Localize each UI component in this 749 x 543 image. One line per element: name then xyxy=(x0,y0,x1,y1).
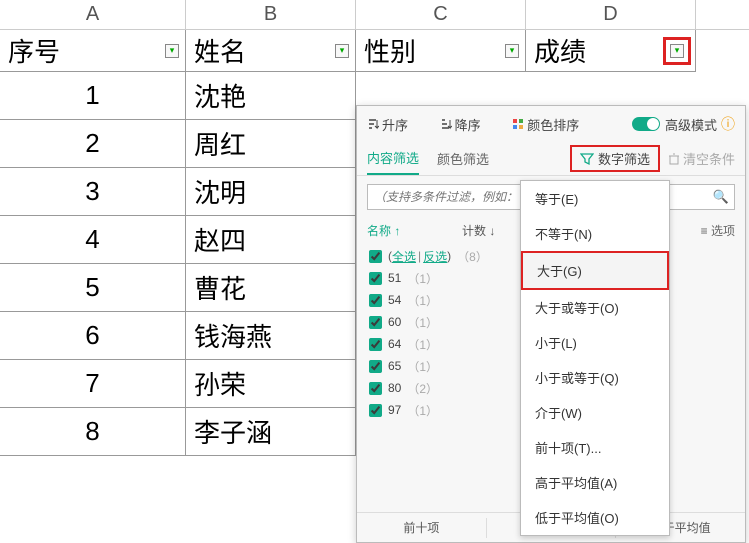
help-icon[interactable]: ⓘ xyxy=(721,114,735,134)
cell-seq[interactable]: 7 xyxy=(0,360,186,408)
item-value: 64 xyxy=(388,337,401,351)
item-count: （1） xyxy=(407,336,438,353)
select-all-checkbox[interactable] xyxy=(369,250,382,263)
cell-seq[interactable]: 8 xyxy=(0,408,186,456)
item-checkbox[interactable] xyxy=(369,382,382,395)
menu-item[interactable]: 前十项(T)... xyxy=(521,430,669,465)
item-count: （1） xyxy=(407,314,438,331)
item-value: 65 xyxy=(388,359,401,373)
item-value: 80 xyxy=(388,381,401,395)
item-value: 51 xyxy=(388,271,401,285)
cell-seq[interactable]: 5 xyxy=(0,264,186,312)
number-filter-label: 数字筛选 xyxy=(598,149,650,168)
header-seq: 序号 ▾ xyxy=(0,30,186,72)
toggle-icon xyxy=(632,117,660,131)
header-seq-label: 序号 xyxy=(8,32,60,69)
filter-button-d-highlight: ▾ xyxy=(663,37,691,65)
select-inverse-link[interactable]: 反选 xyxy=(423,248,447,265)
header-row: 序号 ▾ 姓名 ▾ 性别 ▾ 成绩 ▾ xyxy=(0,30,749,72)
sort-down-icon: ↓ xyxy=(489,224,495,238)
header-score-label: 成绩 xyxy=(534,32,586,69)
tab-color-filter[interactable]: 颜色筛选 xyxy=(437,143,489,174)
item-checkbox[interactable] xyxy=(369,360,382,373)
quick-top10[interactable]: 前十项 xyxy=(357,518,487,538)
item-value: 60 xyxy=(388,315,401,329)
sort-up-icon: ↑ xyxy=(394,224,400,238)
sort-asc-label: 升序 xyxy=(382,115,408,134)
item-value: 97 xyxy=(388,403,401,417)
options-button[interactable]: ≡ 选项 xyxy=(701,222,735,239)
filter-button-d[interactable]: ▾ xyxy=(670,44,684,58)
select-all-link[interactable]: 全选 xyxy=(392,248,416,265)
search-icon[interactable]: 🔍 xyxy=(713,189,729,205)
advanced-mode-toggle[interactable]: 高级模式 ⓘ xyxy=(632,114,735,134)
header-score: 成绩 ▾ xyxy=(526,30,696,72)
col-letter-a[interactable]: A xyxy=(0,0,186,29)
item-count: （1） xyxy=(407,292,438,309)
menu-item[interactable]: 大于(G) xyxy=(521,251,669,290)
clear-conditions-label: 清空条件 xyxy=(683,149,735,168)
cell-seq[interactable]: 4 xyxy=(0,216,186,264)
number-filter-menu: 等于(E)不等于(N)大于(G)大于或等于(O)小于(L)小于或等于(Q)介于(… xyxy=(520,180,670,536)
cell-seq[interactable]: 1 xyxy=(0,72,186,120)
cell-name[interactable]: 沈艳 xyxy=(186,72,356,120)
cell-seq[interactable]: 3 xyxy=(0,168,186,216)
cell-name[interactable]: 沈明 xyxy=(186,168,356,216)
panel-tabs: 内容筛选 颜色筛选 数字筛选 清空条件 xyxy=(357,142,745,176)
menu-item[interactable]: 小于或等于(Q) xyxy=(521,360,669,395)
cell-name[interactable]: 周红 xyxy=(186,120,356,168)
col-letter-d[interactable]: D xyxy=(526,0,696,29)
sort-asc-button[interactable]: 升序 xyxy=(367,115,422,134)
funnel-icon xyxy=(580,152,594,166)
name-column-header[interactable]: 名称 ↑ xyxy=(367,222,462,239)
sort-desc-label: 降序 xyxy=(455,115,481,134)
menu-item[interactable]: 小于(L) xyxy=(521,325,669,360)
menu-item[interactable]: 大于或等于(O) xyxy=(521,290,669,325)
header-gender-label: 性别 xyxy=(364,32,416,69)
number-filter-button[interactable]: 数字筛选 xyxy=(570,145,660,172)
item-checkbox[interactable] xyxy=(369,316,382,329)
cell-name[interactable]: 赵四 xyxy=(186,216,356,264)
col-letter-b[interactable]: B xyxy=(186,0,356,29)
cell-name[interactable]: 钱海燕 xyxy=(186,312,356,360)
col-letter-c[interactable]: C xyxy=(356,0,526,29)
advanced-mode-label: 高级模式 xyxy=(665,115,717,134)
panel-toolbar: 升序 降序 颜色排序 高级模式 ⓘ xyxy=(357,106,745,142)
cell-name[interactable]: 曹花 xyxy=(186,264,356,312)
header-gender: 性别 ▾ xyxy=(356,30,526,72)
cell-seq[interactable]: 6 xyxy=(0,312,186,360)
tab-content-filter[interactable]: 内容筛选 xyxy=(367,142,419,175)
item-count: （1） xyxy=(407,270,438,287)
menu-item[interactable]: 等于(E) xyxy=(521,181,669,216)
clear-conditions-button[interactable]: 清空条件 xyxy=(668,149,735,168)
menu-item[interactable]: 低于平均值(O) xyxy=(521,500,669,535)
cell-seq[interactable]: 2 xyxy=(0,120,186,168)
item-checkbox[interactable] xyxy=(369,338,382,351)
column-header-row: A B C D xyxy=(0,0,749,30)
menu-item[interactable]: 介于(W) xyxy=(521,395,669,430)
filter-button-b[interactable]: ▾ xyxy=(335,44,349,58)
item-value: 54 xyxy=(388,293,401,307)
filter-button-a[interactable]: ▾ xyxy=(165,44,179,58)
menu-item[interactable]: 高于平均值(A) xyxy=(521,465,669,500)
hamburger-icon: ≡ xyxy=(701,224,708,238)
item-count: （1） xyxy=(407,358,438,375)
item-checkbox[interactable] xyxy=(369,272,382,285)
menu-item[interactable]: 不等于(N) xyxy=(521,216,669,251)
select-all-count: （8） xyxy=(457,248,488,265)
sort-desc-button[interactable]: 降序 xyxy=(440,115,495,134)
color-sort-button[interactable]: 颜色排序 xyxy=(512,115,593,134)
cell-name[interactable]: 孙荣 xyxy=(186,360,356,408)
header-name-label: 姓名 xyxy=(194,32,246,69)
color-sort-label: 颜色排序 xyxy=(527,115,579,134)
item-checkbox[interactable] xyxy=(369,404,382,417)
item-count: （2） xyxy=(407,380,438,397)
item-checkbox[interactable] xyxy=(369,294,382,307)
filter-button-c[interactable]: ▾ xyxy=(505,44,519,58)
trash-icon xyxy=(668,153,680,165)
item-count: （1） xyxy=(407,402,438,419)
header-name: 姓名 ▾ xyxy=(186,30,356,72)
cell-name[interactable]: 李子涵 xyxy=(186,408,356,456)
